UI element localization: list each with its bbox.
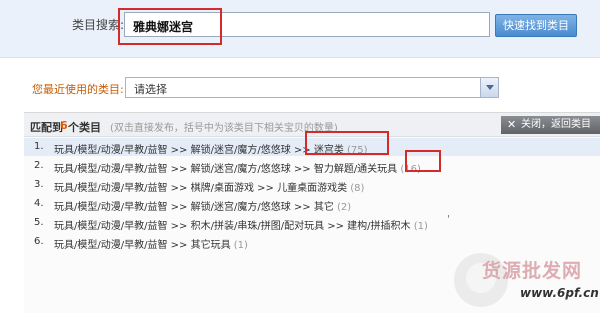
result-row[interactable]: 6. 玩具/模型/动漫/早教/益智 >> 其它玩具 (1) bbox=[24, 233, 600, 251]
results-suffix: 个类目 bbox=[68, 121, 101, 134]
row-path-text: 玩具/模型/动漫/早教/益智 >> 棋牌/桌面游戏 >> 儿童桌面游戏类 bbox=[54, 183, 348, 194]
watermark-url: www.6pf.cn bbox=[520, 286, 599, 300]
annotation-highlight-row-2 bbox=[405, 150, 441, 172]
close-button-label: 关闭，返回类目 bbox=[521, 119, 591, 130]
row-path-text: 玩具/模型/动漫/早教/益智 >> 解锁/迷宫/魔方/悠悠球 >> 智力解题/通… bbox=[54, 164, 398, 175]
row-number: 2. bbox=[34, 160, 44, 171]
annotation-highlight-row-1 bbox=[305, 131, 389, 155]
recent-categories-label: 您最近使用的类目: bbox=[32, 83, 124, 96]
recent-select-value: 请选择 bbox=[134, 83, 167, 96]
row-category-path: 玩具/模型/动漫/早教/益智 >> 解锁/迷宫/魔方/悠悠球 >> 其它 (2) bbox=[54, 198, 351, 213]
row-path-text: 玩具/模型/动漫/早教/益智 >> 解锁/迷宫/魔方/悠悠球 >> 迷宫类 bbox=[54, 145, 344, 156]
watermark-text: 货源批发网 bbox=[482, 260, 583, 282]
result-row[interactable]: 3. 玩具/模型/动漫/早教/益智 >> 棋牌/桌面游戏 >> 儿童桌面游戏类 … bbox=[24, 176, 600, 194]
results-hint: (双击直接发布，括号中为该类目下相关宝贝的数量) bbox=[110, 123, 338, 134]
row-count: (1) bbox=[233, 240, 248, 251]
row-path-text: 玩具/模型/动漫/早教/益智 >> 积木/拼装/串珠/拼图/配对玩具 >> 建构… bbox=[54, 221, 411, 232]
row-count: (8) bbox=[350, 183, 365, 194]
result-row[interactable]: 5. 玩具/模型/动漫/早教/益智 >> 积木/拼装/串珠/拼图/配对玩具 >>… bbox=[24, 214, 600, 232]
stray-mark: ' bbox=[447, 214, 450, 225]
row-count: (2) bbox=[337, 202, 352, 213]
row-number: 6. bbox=[34, 236, 44, 247]
row-path-text: 玩具/模型/动漫/早教/益智 >> 解锁/迷宫/魔方/悠悠球 >> 其它 bbox=[54, 202, 334, 213]
results-prefix: 匹配到 bbox=[30, 121, 63, 134]
row-number: 5. bbox=[34, 217, 44, 228]
annotation-highlight-search bbox=[118, 8, 222, 45]
results-count: 6 bbox=[60, 119, 68, 132]
close-icon: ✕ bbox=[507, 118, 517, 131]
row-count: (1) bbox=[413, 221, 428, 232]
row-path-text: 玩具/模型/动漫/早教/益智 >> 其它玩具 bbox=[54, 240, 231, 251]
row-category-path: 玩具/模型/动漫/早教/益智 >> 棋牌/桌面游戏 >> 儿童桌面游戏类 (8) bbox=[54, 179, 364, 194]
result-row[interactable]: 4. 玩具/模型/动漫/早教/益智 >> 解锁/迷宫/魔方/悠悠球 >> 其它 … bbox=[24, 195, 600, 213]
row-category-path: 玩具/模型/动漫/早教/益智 >> 积木/拼装/串珠/拼图/配对玩具 >> 建构… bbox=[54, 217, 428, 232]
category-search-panel: 类目搜索: 雅典娜迷宫 快速找到类目 bbox=[0, 0, 600, 58]
row-category-path: 玩具/模型/动漫/早教/益智 >> 其它玩具 (1) bbox=[54, 236, 248, 251]
quick-find-category-button[interactable]: 快速找到类目 bbox=[495, 14, 577, 37]
chevron-down-icon[interactable] bbox=[480, 78, 498, 97]
row-number: 4. bbox=[34, 198, 44, 209]
close-return-button[interactable]: ✕ 关闭，返回类目 bbox=[501, 116, 600, 134]
recent-categories-select[interactable]: 请选择 bbox=[125, 77, 499, 98]
row-number: 1. bbox=[34, 141, 44, 152]
row-category-path: 玩具/模型/动漫/早教/益智 >> 解锁/迷宫/魔方/悠悠球 >> 智力解题/通… bbox=[54, 160, 421, 175]
search-label: 类目搜索: bbox=[72, 18, 125, 32]
result-row[interactable]: 2. 玩具/模型/动漫/早教/益智 >> 解锁/迷宫/魔方/悠悠球 >> 智力解… bbox=[24, 157, 600, 175]
row-number: 3. bbox=[34, 179, 44, 190]
